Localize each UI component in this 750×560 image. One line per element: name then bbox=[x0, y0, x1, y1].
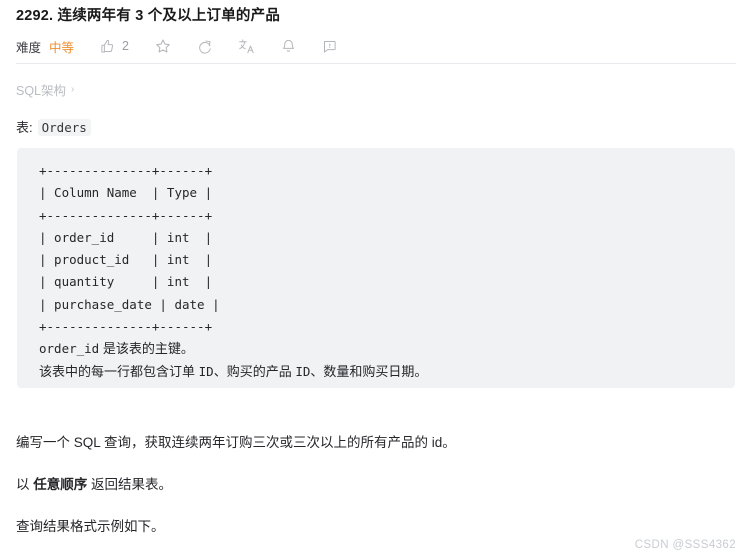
translate-button[interactable] bbox=[238, 38, 255, 54]
difficulty-value: 中等 bbox=[49, 40, 75, 55]
order-note-emphasis: 任意顺序 bbox=[33, 477, 88, 492]
title-row: 2292. 连续两年有 3 个及以上订单的产品 bbox=[0, 0, 750, 26]
row-desc-id-2: ID bbox=[295, 363, 311, 379]
refresh-icon bbox=[197, 39, 212, 54]
ascii-schema-table: +--------------+------+ | Column Name | … bbox=[39, 163, 220, 335]
primary-key-note: order_id 是该表的主键。 bbox=[39, 338, 735, 360]
description-paragraph-2: 以 任意顺序 返回结果表。 bbox=[16, 475, 736, 495]
like-count: 2 bbox=[122, 39, 129, 53]
primary-key-column: order_id bbox=[39, 341, 100, 357]
comment-icon bbox=[322, 39, 337, 54]
problem-description: 编写一个 SQL 查询，获取连续两年订购三次或三次以上的所有产品的 id。 以 … bbox=[16, 433, 736, 537]
row-desc-part-3: 、数量和购买日期。 bbox=[310, 363, 428, 379]
translate-icon bbox=[238, 38, 255, 54]
star-icon bbox=[155, 38, 171, 54]
primary-key-note-text: 是该表的主键。 bbox=[99, 341, 194, 357]
meta-toolbar: 难度 中等 2 bbox=[0, 26, 750, 57]
row-desc-part-1: 该表中的每一行都包含订单 bbox=[39, 363, 199, 379]
table-caption: 表: Orders bbox=[16, 117, 91, 136]
schema-code-block: +--------------+------+ | Column Name | … bbox=[17, 148, 735, 388]
refresh-button[interactable] bbox=[197, 39, 212, 54]
header-divider bbox=[16, 63, 736, 64]
order-note-suffix: 返回结果表。 bbox=[87, 477, 173, 492]
description-paragraph-3: 查询结果格式示例如下。 bbox=[16, 519, 165, 534]
chevron-right-icon: › bbox=[71, 84, 75, 95]
problem-page: 2292. 连续两年有 3 个及以上订单的产品 难度 中等 2 SQL架构 › … bbox=[0, 0, 750, 560]
order-note-prefix: 以 bbox=[16, 477, 34, 492]
row-desc-id-1: ID bbox=[198, 363, 214, 379]
breadcrumb[interactable]: SQL架构 › bbox=[16, 80, 74, 99]
favorite-button[interactable] bbox=[155, 38, 171, 54]
watermark: CSDN @SSS4362 bbox=[634, 539, 736, 551]
comment-button[interactable] bbox=[322, 39, 337, 54]
table-name-code: Orders bbox=[37, 119, 91, 136]
description-paragraph-1: 编写一个 SQL 查询，获取连续两年订购三次或三次以上的所有产品的 id。 bbox=[16, 435, 456, 450]
page-title: 2292. 连续两年有 3 个及以上订单的产品 bbox=[16, 8, 281, 24]
notification-button[interactable] bbox=[281, 38, 296, 54]
bell-icon bbox=[281, 38, 296, 54]
table-caption-prefix: 表: bbox=[16, 120, 33, 135]
thumbs-up-icon bbox=[100, 39, 115, 54]
breadcrumb-label: SQL架构 bbox=[16, 84, 67, 98]
difficulty-label: 难度 bbox=[16, 40, 42, 55]
row-desc-part-2: 、购买的产品 bbox=[213, 363, 296, 379]
like-button[interactable]: 2 bbox=[100, 39, 129, 54]
row-description-note: 该表中的每一行都包含订单 ID、购买的产品 ID、数量和购买日期。 bbox=[39, 361, 735, 383]
